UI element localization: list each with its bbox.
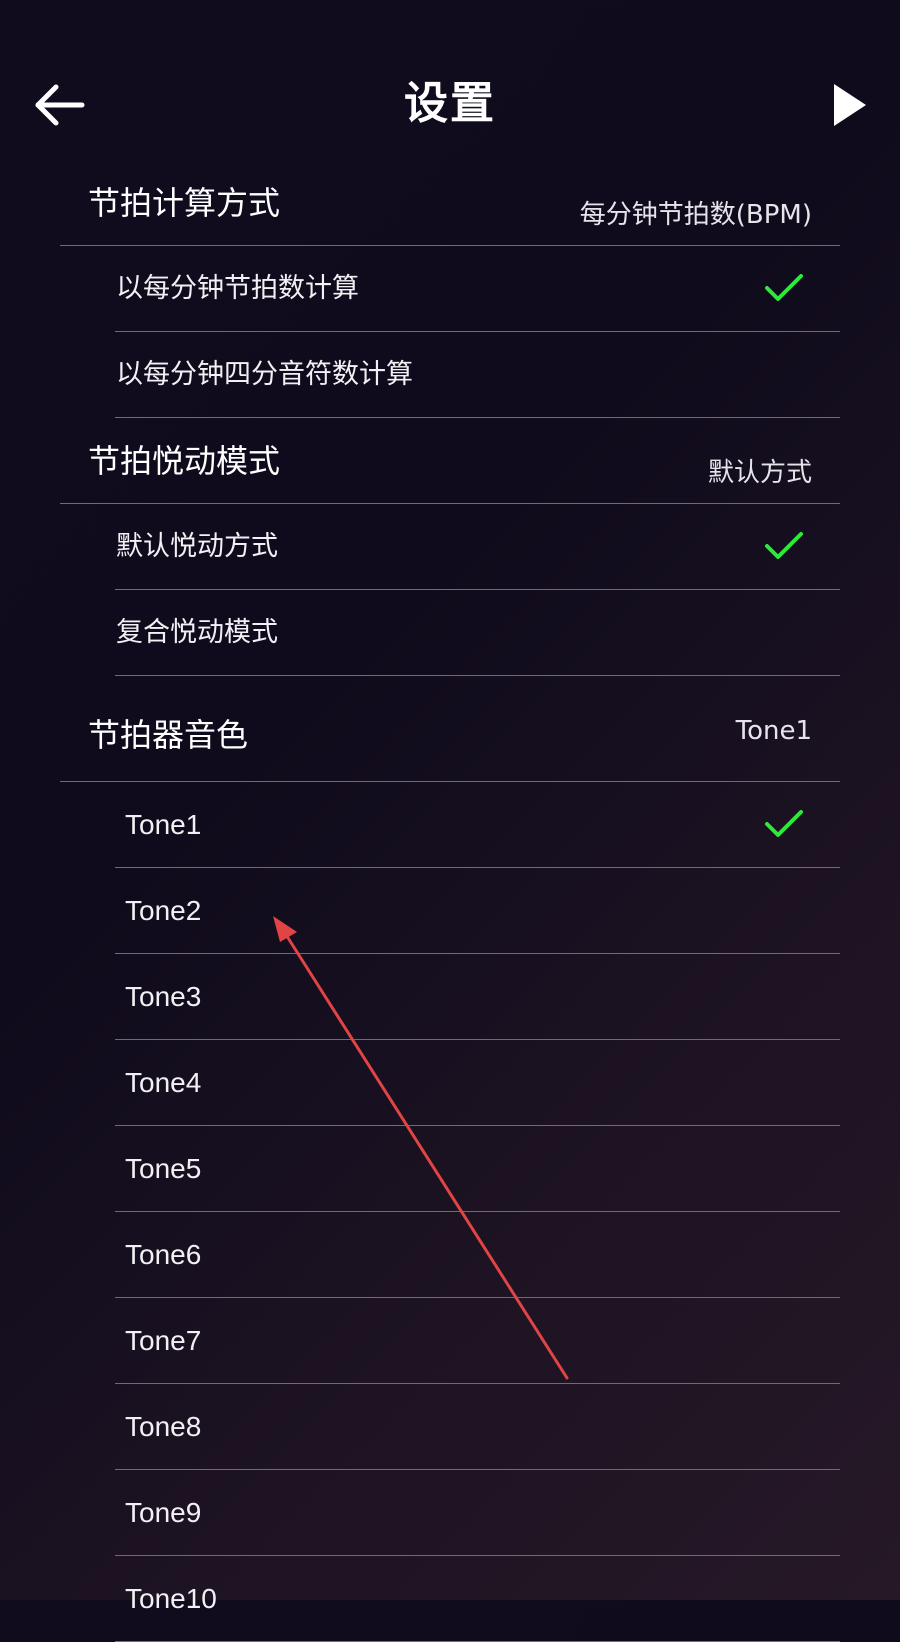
section-label: 节拍器音色 (88, 716, 249, 754)
play-icon (834, 84, 866, 126)
option-label: Tone9 (125, 1497, 202, 1528)
settings-list: 节拍计算方式 每分钟节拍数(BPM) 以每分钟节拍数计算以每分钟四分音符数计算节拍悦… (0, 160, 900, 1642)
checkmark-icon (765, 274, 803, 301)
option-item[interactable]: Tone8 (0, 1384, 900, 1470)
play-button[interactable] (830, 82, 870, 128)
option-label: Tone1 (125, 809, 202, 840)
option-label: Tone3 (125, 981, 202, 1012)
option-item[interactable]: Tone1 (0, 782, 900, 868)
option-item[interactable]: Tone2 (0, 868, 900, 954)
option-label: 以每分钟节拍数计算 (116, 273, 359, 304)
checkmark-icon (765, 532, 803, 559)
option-item[interactable]: Tone4 (0, 1040, 900, 1126)
section-metronome-tone[interactable]: 节拍器音色 Tone1 (0, 676, 900, 782)
option-label: Tone8 (125, 1411, 202, 1442)
section-current-value: 每分钟节拍数(BPM) (579, 200, 812, 230)
option-label: Tone7 (125, 1325, 202, 1356)
option-label: Tone2 (125, 895, 202, 926)
section-current-value: Tone1 (735, 716, 812, 746)
option-label: 复合悦动模式 (116, 617, 278, 648)
option-item[interactable]: Tone6 (0, 1212, 900, 1298)
option-item[interactable]: 默认悦动方式 (0, 504, 900, 590)
option-item[interactable]: Tone5 (0, 1126, 900, 1212)
option-item[interactable]: 以每分钟四分音符数计算 (0, 332, 900, 418)
option-item[interactable]: Tone9 (0, 1470, 900, 1556)
option-label: Tone6 (125, 1239, 202, 1270)
option-item[interactable]: 复合悦动模式 (0, 590, 900, 676)
option-label: Tone4 (125, 1067, 202, 1098)
section-beat-pulse[interactable]: 节拍悦动模式 默认方式 (0, 418, 900, 504)
option-label: Tone5 (125, 1153, 202, 1184)
page-title: 设置 (404, 78, 496, 129)
option-item[interactable]: Tone10 (0, 1556, 900, 1642)
option-label: 默认悦动方式 (116, 531, 278, 562)
checkmark-icon (765, 810, 803, 837)
option-label: Tone10 (125, 1583, 217, 1614)
section-label: 节拍悦动模式 (88, 442, 281, 480)
option-item[interactable]: Tone3 (0, 954, 900, 1040)
option-item[interactable]: Tone7 (0, 1298, 900, 1384)
option-label: 以每分钟四分音符数计算 (116, 359, 413, 390)
option-item[interactable]: 以每分钟节拍数计算 (0, 246, 900, 332)
section-label: 节拍计算方式 (88, 184, 281, 222)
section-current-value: 默认方式 (707, 458, 812, 488)
section-beat-calc[interactable]: 节拍计算方式 每分钟节拍数(BPM) (0, 160, 900, 246)
